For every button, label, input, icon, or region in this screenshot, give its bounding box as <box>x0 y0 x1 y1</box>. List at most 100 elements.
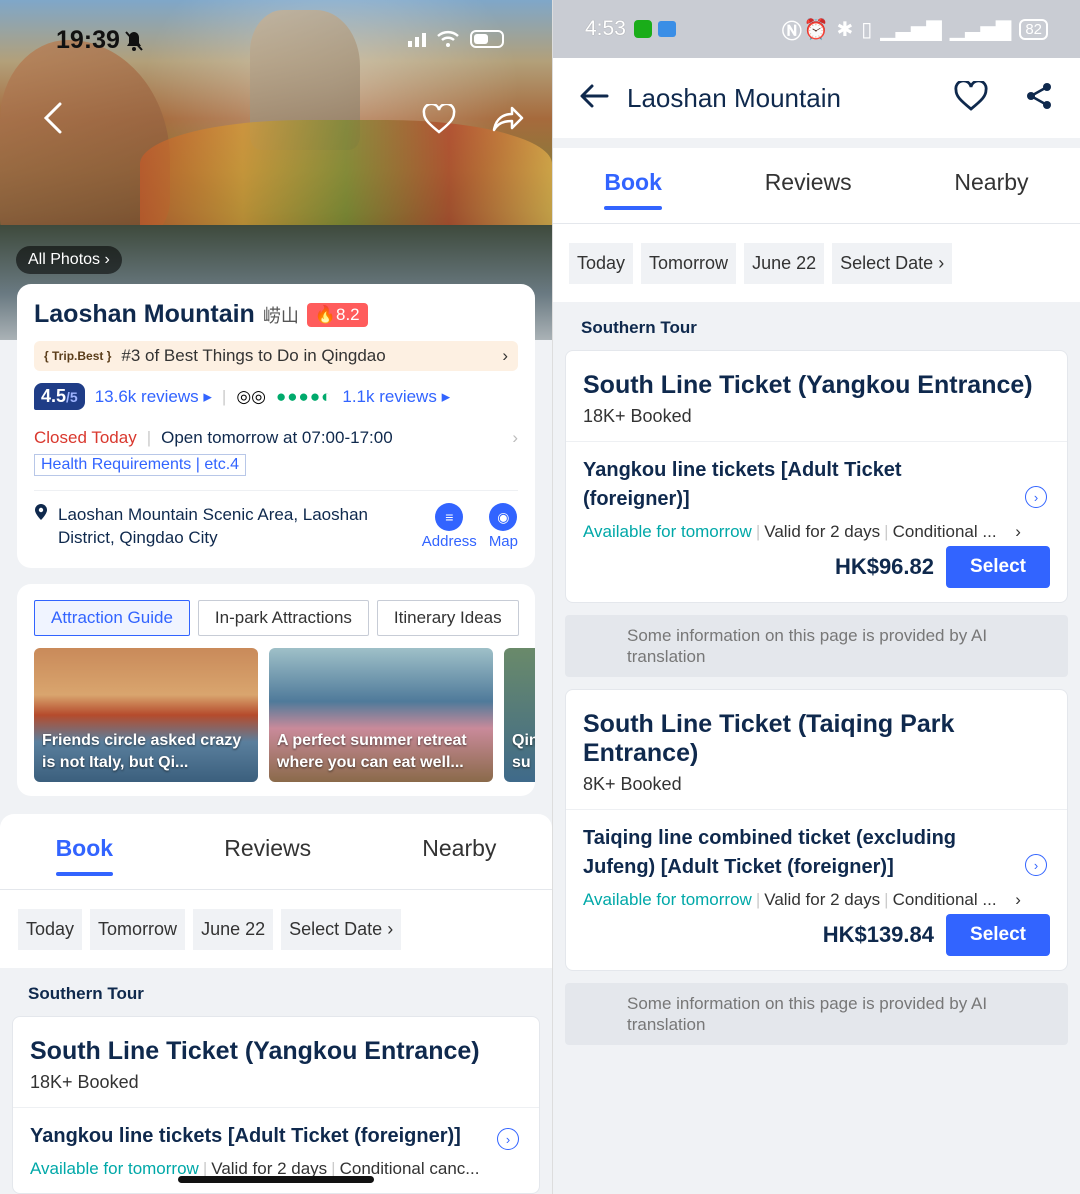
tab-book[interactable]: Book <box>55 835 113 876</box>
map-button[interactable]: ◉ Map <box>489 503 518 550</box>
location-pin-icon <box>34 503 48 526</box>
section-header: Southern Tour <box>28 984 144 1003</box>
guide-thumb[interactable]: Friends circle asked crazy is not Italy,… <box>34 648 258 782</box>
right-screen: 4:53 Ⓝ ⏰ ✱ ▯ ▁▃▅▇ ▁▃▅▇ 82 Laoshan Mounta… <box>552 0 1080 1194</box>
select-date-label: Select Date <box>840 252 934 273</box>
home-indicator[interactable] <box>178 1176 374 1183</box>
select-button[interactable]: Select <box>946 914 1050 956</box>
guide-thumb-caption: Friends circle asked crazy is not Italy,… <box>42 732 242 771</box>
status-right-icons: ⏰ ✱ ▯ ▁▃▅▇ ▁▃▅▇ 82 <box>804 17 1048 42</box>
tripadvisor-rating-dots: ●●●●◐ <box>276 386 333 406</box>
battery-icon: 82 <box>1019 18 1048 40</box>
ticket-title: Yangkou line tickets [Adult Ticket (fore… <box>583 459 902 510</box>
signal-icon: ▁▃▅▇ <box>880 18 942 41</box>
section-header: Southern Tour <box>581 318 697 337</box>
opening-hours: Open tomorrow at 07:00-17:00 <box>161 428 393 447</box>
guide-thumb[interactable]: Qin su <box>504 648 535 782</box>
hours-row[interactable]: Closed Today | Open tomorrow at 07:00-17… <box>34 428 518 448</box>
address-label: Address <box>421 533 477 550</box>
all-photos-button[interactable]: All Photos › <box>16 246 122 274</box>
ai-translation-note: Some information on this page is provide… <box>565 983 1068 1045</box>
booking-panel: Book Reviews Nearby Today Tomorrow June … <box>0 814 552 1194</box>
date-today[interactable]: Today <box>18 908 83 950</box>
ticket-title: Taiqing line combined ticket (excluding … <box>583 827 957 878</box>
back-arrow-icon[interactable] <box>579 83 609 114</box>
chevron-right-icon: › <box>387 918 394 939</box>
validity: Valid for 2 days <box>764 890 881 909</box>
app-header: Laoshan Mountain <box>553 58 1080 138</box>
rating-score-value: 4.5 <box>41 386 67 406</box>
tripbest-ranking[interactable]: { Trip.Best } #3 of Best Things to Do in… <box>34 341 518 371</box>
date-select[interactable]: Select Date › <box>281 908 402 950</box>
ticket-price: HK$96.82 <box>834 554 935 579</box>
poi-address: Laoshan Mountain Scenic Area, Laoshan Di… <box>58 505 369 547</box>
date-june-22[interactable]: June 22 <box>744 242 825 284</box>
ticket-item[interactable]: Yangkou line tickets [Adult Ticket (fore… <box>566 442 1067 602</box>
favorite-heart-icon[interactable] <box>954 78 988 116</box>
share-icon[interactable] <box>1024 81 1054 116</box>
tab-nearby[interactable]: Nearby <box>422 835 496 868</box>
select-date-label: Select Date <box>289 918 383 939</box>
signal-icon: ▁▃▅▇ <box>949 18 1012 41</box>
cancellation-policy: Conditional ... <box>892 522 997 541</box>
all-photos-label: All Photos <box>28 251 101 268</box>
ai-translation-note: Some information on this page is provide… <box>565 615 1068 677</box>
heat-badge: 🔥8.2 <box>306 302 368 327</box>
nfc-icon: Ⓝ <box>781 20 802 43</box>
vibrate-icon: ▯ <box>861 18 873 41</box>
guide-thumb-caption: Qin su <box>512 732 535 771</box>
chevron-right-icon: › <box>1015 890 1021 909</box>
page-title: Laoshan Mountain <box>627 82 841 113</box>
date-today[interactable]: Today <box>569 242 634 284</box>
date-june-22[interactable]: June 22 <box>193 908 274 950</box>
tab-nearby[interactable]: Nearby <box>954 169 1028 202</box>
rating-score: 4.5/5 <box>34 383 85 410</box>
date-select[interactable]: Select Date › <box>832 242 953 284</box>
share-arrow-icon[interactable] <box>490 104 524 139</box>
tab-reviews[interactable]: Reviews <box>224 835 311 868</box>
ticket-meta: Available for tomorrow | Valid for 2 days |… <box>583 522 1021 541</box>
date-tomorrow[interactable]: Tomorrow <box>90 908 186 950</box>
chevron-right-icon: › <box>502 346 508 365</box>
tripadvisor-owl-icon: ◎◎ <box>236 386 267 406</box>
reviews-count: 13.6k reviews <box>94 386 199 406</box>
tripadvisor-reviews-link[interactable]: 1.1k reviews ▸ <box>342 387 450 407</box>
poi-info-card: Laoshan Mountain 崂山 🔥8.2 { Trip.Best } #… <box>17 284 535 568</box>
map-label: Map <box>488 533 518 550</box>
select-button[interactable]: Select <box>946 546 1050 588</box>
reviews-link[interactable]: 13.6k reviews ▸ <box>95 387 212 407</box>
chevron-right-icon: › <box>1015 522 1021 541</box>
chevron-circle-icon[interactable]: › <box>1025 854 1047 876</box>
product-name: South Line Ticket (Taiqing Park Entrance… <box>583 710 955 767</box>
chip-in-park-attractions[interactable]: In-park Attractions <box>197 600 369 636</box>
product-card: South Line Ticket (Yangkou Entrance) 18K… <box>565 350 1068 603</box>
battery-icon <box>470 30 504 48</box>
ticket-price: HK$139.84 <box>822 922 935 947</box>
wifi-icon <box>437 31 459 47</box>
tripbest-badge: { Trip.Best } <box>44 349 112 363</box>
chip-attraction-guide[interactable]: Attraction Guide <box>34 600 190 636</box>
chip-itinerary-ideas[interactable]: Itinerary Ideas <box>376 600 519 636</box>
health-requirements-tag[interactable]: Health Requirements | etc.4 <box>34 454 247 476</box>
guide-card: Attraction Guide In-park Attractions Iti… <box>17 584 535 796</box>
flame-icon: 🔥 <box>314 304 336 324</box>
booked-count: 18K+ Booked <box>30 1072 139 1092</box>
ticket-item[interactable]: Taiqing line combined ticket (excluding … <box>566 810 1067 970</box>
favorite-heart-icon[interactable] <box>422 102 456 139</box>
message-icon <box>657 21 676 37</box>
tab-book[interactable]: Book <box>604 169 662 210</box>
bluetooth-icon: ✱ <box>836 18 854 41</box>
chevron-circle-icon[interactable]: › <box>1025 486 1047 508</box>
address-icon: ≡ <box>435 503 464 531</box>
booked-count: 18K+ Booked <box>583 406 692 426</box>
ticket-title: Yangkou line tickets [Adult Ticket (fore… <box>30 1125 461 1147</box>
product-card: South Line Ticket (Yangkou Entrance) 18K… <box>12 1016 540 1194</box>
chevron-circle-icon[interactable]: › <box>497 1128 519 1150</box>
address-button[interactable]: ≡ Address <box>422 503 477 550</box>
date-tomorrow[interactable]: Tomorrow <box>641 242 737 284</box>
heat-score: 8.2 <box>336 304 360 324</box>
back-icon[interactable] <box>40 100 66 141</box>
status-bar: 4:53 Ⓝ ⏰ ✱ ▯ ▁▃▅▇ ▁▃▅▇ 82 <box>553 0 1080 58</box>
guide-thumb[interactable]: A perfect summer retreat where you can e… <box>269 648 493 782</box>
tab-reviews[interactable]: Reviews <box>765 169 852 202</box>
